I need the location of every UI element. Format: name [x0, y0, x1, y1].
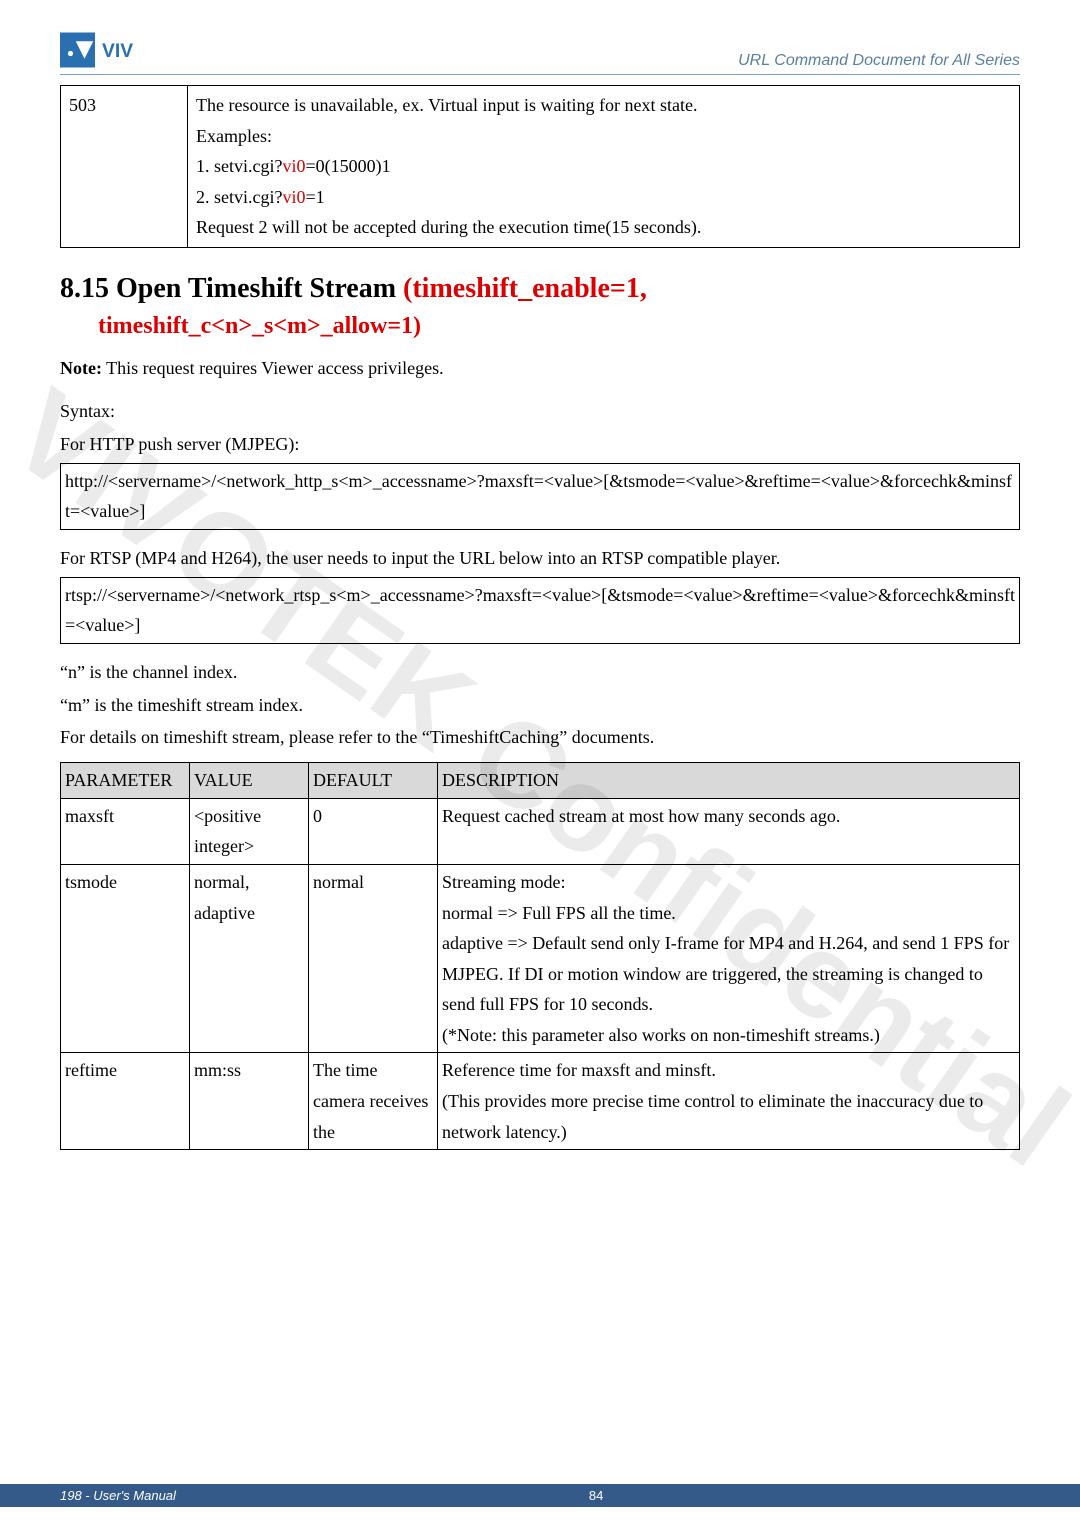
rtsp-url-box: rtsp://<servername>/<network_rtsp_s<m>_a… — [60, 577, 1020, 644]
http-intro: For HTTP push server (MJPEG): — [60, 430, 1020, 459]
cell-desc: Reference time for maxsft and minsft. (T… — [438, 1053, 1020, 1150]
th-value: VALUE — [190, 763, 309, 799]
cell-desc: Request cached stream at most how many s… — [438, 798, 1020, 864]
note-label: Note: — [60, 358, 102, 378]
section-title-red: (timeshift_enable=1, — [403, 273, 647, 304]
section-heading: 8.15 Open Timeshift Stream (timeshift_en… — [60, 273, 1020, 305]
ex1-pre: 1. setvi.cgi? — [196, 156, 282, 176]
status-desc-line5: Request 2 will not be accepted during th… — [196, 217, 701, 237]
section-subheading: timeshift_c<n>_s<m>_allow=1) — [98, 313, 1020, 340]
cell-value: <positive integer> — [190, 798, 309, 864]
cell-value: mm:ss — [190, 1053, 309, 1150]
status-table: 503 The resource is unavailable, ex. Vir… — [60, 85, 1020, 248]
n-index-line: “n” is the channel index. — [60, 658, 1020, 687]
syntax-label: Syntax: — [60, 397, 1020, 426]
status-desc-line2: Examples: — [196, 126, 272, 146]
note-text: This request requires Viewer access priv… — [102, 358, 444, 378]
details-line: For details on timeshift stream, please … — [60, 723, 1020, 752]
ex2-red: vi0 — [282, 187, 305, 207]
status-code: 503 — [61, 86, 188, 248]
svg-text:VIV: VIV — [102, 41, 133, 62]
page-footer: 198 - User's Manual 84 . — [0, 1484, 1080, 1507]
th-description: DESCRIPTION — [438, 763, 1020, 799]
rtsp-intro: For RTSP (MP4 and H264), the user needs … — [60, 544, 1020, 573]
ex2-pre: 2. setvi.cgi? — [196, 187, 282, 207]
table-header-row: PARAMETER VALUE DEFAULT DESCRIPTION — [61, 763, 1020, 799]
status-description: The resource is unavailable, ex. Virtual… — [188, 86, 1020, 248]
header-title: URL Command Document for All Series — [738, 52, 1020, 70]
cell-param: maxsft — [61, 798, 190, 864]
section-title-black: 8.15 Open Timeshift Stream — [60, 273, 403, 304]
http-url-box: http://<servername>/<network_http_s<m>_a… — [60, 463, 1020, 530]
table-row: tsmode normal, adaptive normal Streaming… — [61, 864, 1020, 1053]
th-default: DEFAULT — [309, 763, 438, 799]
status-desc-line1: The resource is unavailable, ex. Virtual… — [196, 95, 697, 115]
footer-left: 198 - User's Manual — [60, 1488, 176, 1503]
cell-param: reftime — [61, 1053, 190, 1150]
page-header: VIV URL Command Document for All Series — [60, 30, 1020, 75]
footer-page-number: 84 — [589, 1488, 603, 1503]
cell-desc: Streaming mode: normal => Full FPS all t… — [438, 864, 1020, 1053]
ex1-red: vi0 — [282, 156, 305, 176]
cell-default: normal — [309, 864, 438, 1053]
cell-value: normal, adaptive — [190, 864, 309, 1053]
cell-param: tsmode — [61, 864, 190, 1053]
m-index-line: “m” is the timeshift stream index. — [60, 691, 1020, 720]
th-parameter: PARAMETER — [61, 763, 190, 799]
logo: VIV — [60, 30, 200, 70]
ex1-post: =0(15000)1 — [306, 156, 391, 176]
cell-default: The time camera receives the — [309, 1053, 438, 1150]
note-line: Note: This request requires Viewer acces… — [60, 358, 1020, 379]
ex2-post: =1 — [306, 187, 325, 207]
table-row: maxsft <positive integer> 0 Request cach… — [61, 798, 1020, 864]
cell-default: 0 — [309, 798, 438, 864]
table-row: reftime mm:ss The time camera receives t… — [61, 1053, 1020, 1150]
parameter-table: PARAMETER VALUE DEFAULT DESCRIPTION maxs… — [60, 762, 1020, 1150]
